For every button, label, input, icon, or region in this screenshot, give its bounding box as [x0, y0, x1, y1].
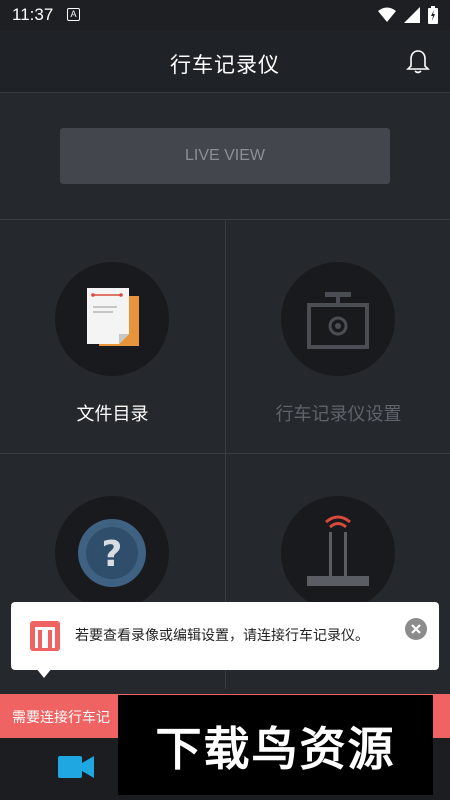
wifi-router-icon — [307, 515, 369, 586]
tile-icon-bg — [55, 262, 169, 376]
watermark: 下载鸟资源 — [118, 695, 433, 795]
bell-icon[interactable] — [406, 49, 430, 75]
watermark-text: 下载鸟资源 — [155, 722, 396, 776]
app-header: 行车记录仪 — [0, 30, 450, 93]
tile-dashcam-settings[interactable]: 行车记录仪设置 — [226, 220, 450, 455]
tile-icon-bg — [281, 262, 395, 376]
svg-text:?: ? — [102, 534, 123, 575]
video-camera-icon[interactable] — [58, 754, 94, 780]
signal-icon — [404, 7, 420, 23]
status-time: 11:37 — [12, 5, 54, 24]
warning-text: 需要连接行车记 — [12, 710, 110, 726]
dashcam-device-icon — [30, 621, 60, 651]
help-icon: ? — [78, 519, 146, 587]
connect-prompt-popup: 若要查看录像或编辑设置，请连接行车记录仪。 — [11, 602, 439, 670]
page-title: 行车记录仪 — [170, 53, 280, 77]
file-folder-icon — [87, 288, 139, 346]
tile-label: 行车记录仪设置 — [275, 404, 402, 425]
tile-file-directory[interactable]: 文件目录 — [0, 220, 225, 455]
status-icons — [378, 6, 438, 24]
battery-icon — [428, 6, 438, 24]
notification-icon: A — [67, 8, 80, 21]
tile-label: 文件目录 — [76, 404, 149, 425]
tile-icon-bg — [281, 496, 395, 610]
tile-icon-bg: ? — [55, 496, 169, 610]
popup-message: 若要查看录像或编辑设置，请连接行车记录仪。 — [75, 628, 369, 644]
camera-settings-icon — [307, 292, 369, 349]
wifi-icon — [378, 7, 396, 22]
live-view-button[interactable]: LIVE VIEW — [60, 128, 390, 184]
popup-tail — [36, 668, 52, 678]
close-icon[interactable] — [405, 618, 427, 640]
status-bar: 11:37 A — [0, 0, 450, 30]
